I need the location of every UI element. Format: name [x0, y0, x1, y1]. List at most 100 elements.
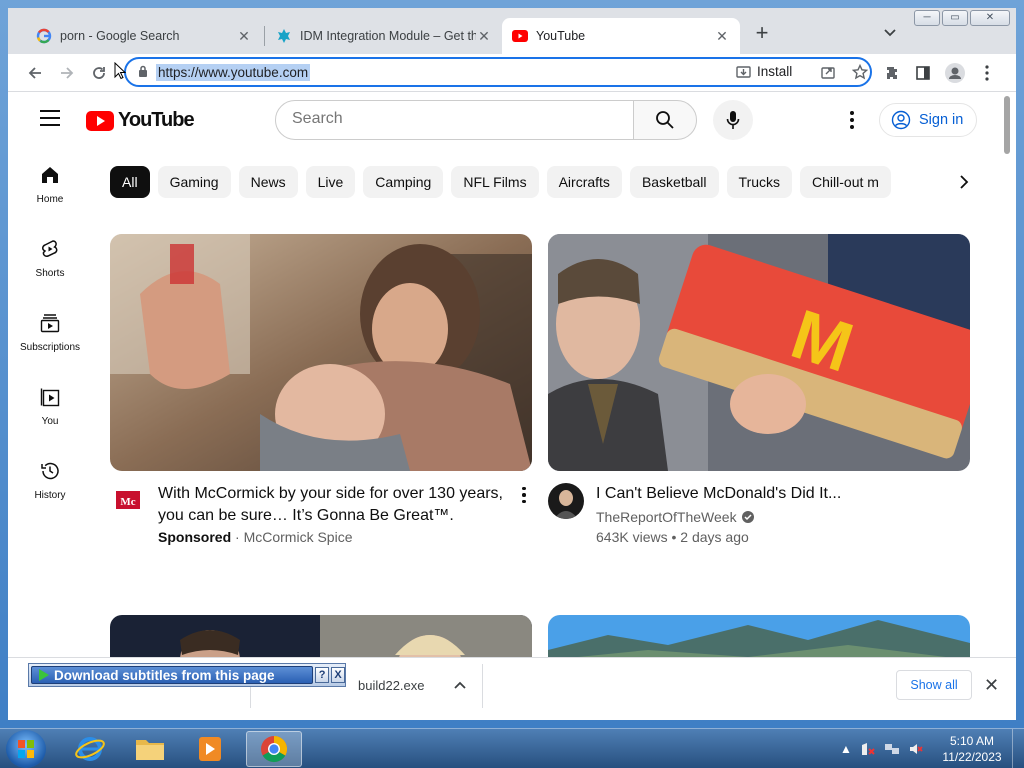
file-explorer-icon[interactable] [122, 731, 178, 767]
chevron-right-icon[interactable] [952, 170, 976, 194]
tab-google-search[interactable]: porn - Google Search ✕ [26, 18, 262, 54]
address-bar[interactable]: https://www.youtube.com Install [124, 57, 872, 87]
video-meta: Mc With McCormick by your side for over … [110, 471, 532, 551]
install-label: Install [757, 64, 793, 79]
close-tab-icon[interactable]: ✕ [714, 28, 730, 45]
nav-home[interactable]: Home [12, 148, 88, 222]
mouse-cursor-icon [114, 61, 127, 85]
video-menu-icon[interactable] [516, 485, 532, 505]
show-all-button[interactable]: Show all [896, 670, 972, 700]
network-icon[interactable] [884, 741, 900, 757]
settings-menu-icon[interactable] [842, 109, 862, 131]
maximize-icon[interactable]: ▭ [942, 10, 968, 26]
close-tab-icon[interactable]: ✕ [236, 28, 252, 45]
tray-expand-icon[interactable]: ▲ [840, 742, 852, 756]
idm-subtitles-panel: Download subtitles from this page ? X [28, 663, 346, 687]
sign-in-button[interactable]: Sign in [879, 103, 977, 137]
page-scrollbar[interactable] [1000, 92, 1016, 657]
video-stats: 643K views • 2 days ago [596, 529, 749, 545]
window-close-icon[interactable]: ✕ [970, 10, 1010, 26]
close-tab-icon[interactable]: ✕ [476, 28, 492, 45]
internet-explorer-icon[interactable] [62, 731, 118, 767]
profile-avatar-icon[interactable] [942, 60, 968, 86]
chip-aircrafts[interactable]: Aircrafts [546, 166, 622, 198]
video-thumbnail[interactable] [548, 615, 970, 657]
video-thumbnail[interactable]: M [548, 234, 970, 471]
close-panel-button[interactable]: X [331, 667, 345, 683]
chip-nfl-films[interactable]: NFL Films [451, 166, 539, 198]
verified-badge-icon [741, 511, 754, 523]
install-app-button[interactable]: Install [736, 64, 792, 79]
nav-history[interactable]: History [12, 444, 88, 518]
search-input[interactable] [292, 101, 622, 137]
channel-name[interactable]: McCormick Spice [244, 529, 353, 545]
chip-chill-out[interactable]: Chill-out m [800, 166, 891, 198]
share-icon[interactable] [820, 64, 836, 84]
sponsored-label: Sponsored [158, 529, 232, 545]
back-icon[interactable] [22, 60, 48, 86]
video-channel-line: Sponsored · McCormick Spice [158, 529, 353, 545]
minimize-icon[interactable]: ─ [914, 10, 940, 26]
nav-subscriptions[interactable]: Subscriptions [12, 296, 88, 370]
filter-chips: All Gaming News Live Camping NFL Films Aircraf… [110, 166, 970, 198]
nav-you[interactable]: You [12, 370, 88, 444]
voice-search-button[interactable] [713, 100, 753, 140]
download-subtitles-button[interactable]: Download subtitles from this page [31, 666, 314, 684]
tab-search-icon[interactable] [884, 26, 896, 40]
nav-shorts[interactable]: Shorts [12, 222, 88, 296]
bookmark-star-icon[interactable] [851, 63, 869, 84]
forward-icon[interactable] [54, 60, 80, 86]
tab-divider [264, 26, 265, 46]
chip-trucks[interactable]: Trucks [726, 166, 793, 198]
windows-logo-icon [18, 740, 34, 758]
clock-time: 5:10 AM [949, 734, 995, 748]
chrome-taskbar-icon[interactable] [246, 731, 302, 767]
download-subtitles-label: Download subtitles from this page [54, 667, 275, 683]
lock-icon[interactable] [138, 65, 148, 83]
scrollbar-thumb[interactable] [1004, 96, 1010, 154]
media-player-icon[interactable] [182, 731, 238, 767]
channel-avatar[interactable]: Mc [110, 483, 146, 519]
chip-gaming[interactable]: Gaming [157, 166, 231, 198]
browser-menu-icon[interactable] [974, 60, 1000, 86]
sign-in-label: Sign in [919, 112, 964, 128]
system-tray: ▲ [840, 729, 924, 768]
channel-name[interactable]: TheReportOfTheWeek [596, 509, 737, 525]
channel-avatar[interactable] [548, 483, 584, 519]
help-button[interactable]: ? [315, 667, 330, 683]
chip-all[interactable]: All [110, 166, 150, 198]
download-filename[interactable]: build22.exe [358, 678, 425, 693]
youtube-header: YouTube Sign in [8, 92, 1000, 148]
nav-label: Home [36, 194, 64, 205]
volume-muted-icon[interactable] [908, 741, 924, 757]
google-icon [36, 28, 52, 44]
chip-basketball[interactable]: Basketball [629, 166, 719, 198]
video-card[interactable]: M I Can't Believe McDonald's Did It... T… [548, 234, 970, 551]
reload-icon[interactable] [86, 60, 112, 86]
youtube-logo[interactable]: YouTube [86, 109, 195, 132]
taskbar-clock[interactable]: 5:10 AM 11/22/2023 [940, 733, 1004, 765]
chip-camping[interactable]: Camping [363, 166, 444, 198]
video-thumbnail[interactable] [110, 615, 532, 657]
video-title[interactable]: With McCormick by your side for over 130… [158, 483, 508, 527]
search-button[interactable] [633, 100, 697, 140]
video-card[interactable]: Mc With McCormick by your side for over … [110, 234, 532, 551]
video-title[interactable]: I Can't Believe McDonald's Did It... [596, 483, 946, 505]
hamburger-menu-icon[interactable] [40, 110, 60, 126]
action-center-icon[interactable] [860, 741, 876, 757]
tab-idm-integration[interactable]: IDM Integration Module – Get th ✕ [266, 18, 502, 54]
url-text[interactable]: https://www.youtube.com [156, 64, 311, 81]
close-shelf-icon[interactable]: ✕ [984, 675, 999, 696]
tab-youtube[interactable]: YouTube ✕ [502, 18, 740, 54]
video-thumbnail[interactable] [110, 234, 532, 471]
tab-strip: porn - Google Search ✕ IDM Integration M… [8, 8, 1016, 54]
chip-live[interactable]: Live [305, 166, 356, 198]
extensions-icon[interactable] [880, 60, 906, 86]
show-desktop-button[interactable] [1012, 729, 1024, 768]
new-tab-button[interactable]: + [750, 22, 774, 46]
start-button[interactable] [6, 730, 46, 768]
chip-news[interactable]: News [238, 166, 298, 198]
side-panel-icon[interactable] [910, 60, 936, 86]
microphone-icon [726, 111, 740, 129]
chevron-up-icon[interactable] [454, 676, 466, 694]
